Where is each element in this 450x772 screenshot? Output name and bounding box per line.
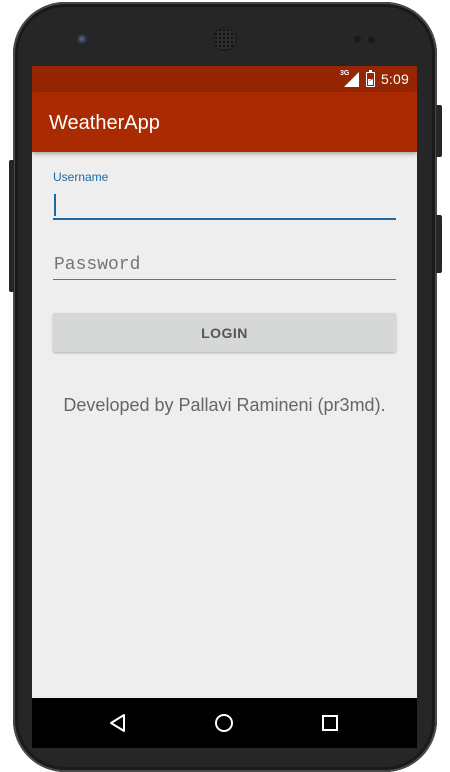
back-button[interactable]	[88, 698, 148, 748]
phone-screen: 3G ⚡ 5:09 WeatherApp Username LOGIN Deve…	[32, 66, 417, 748]
side-button	[436, 215, 442, 273]
status-icons: 3G ⚡ 5:09	[340, 69, 409, 88]
speaker-grille	[214, 28, 236, 50]
battery-charging-icon: ⚡	[365, 69, 375, 87]
status-clock: 5:09	[380, 71, 409, 87]
power-button	[436, 105, 442, 157]
app-title: WeatherApp	[49, 112, 160, 134]
navigation-bar	[32, 698, 417, 748]
username-input[interactable]	[53, 192, 396, 220]
recents-icon	[322, 715, 338, 731]
app-bar: WeatherApp	[32, 92, 417, 152]
back-icon	[110, 714, 125, 732]
home-icon	[215, 714, 233, 732]
password-input[interactable]	[53, 250, 396, 280]
status-bar: 3G ⚡ 5:09	[32, 66, 417, 92]
login-button[interactable]: LOGIN	[53, 313, 396, 352]
volume-button	[9, 160, 14, 292]
recents-button[interactable]	[300, 698, 360, 748]
proximity-sensors	[354, 36, 378, 44]
front-camera-icon	[77, 34, 89, 46]
signal-icon: 3G	[340, 70, 360, 87]
username-label: Username	[53, 170, 109, 184]
text-cursor	[54, 194, 56, 216]
developer-credits: Developed by Pallavi Ramineni (pr3md).	[63, 395, 386, 415]
home-button[interactable]	[194, 698, 254, 748]
